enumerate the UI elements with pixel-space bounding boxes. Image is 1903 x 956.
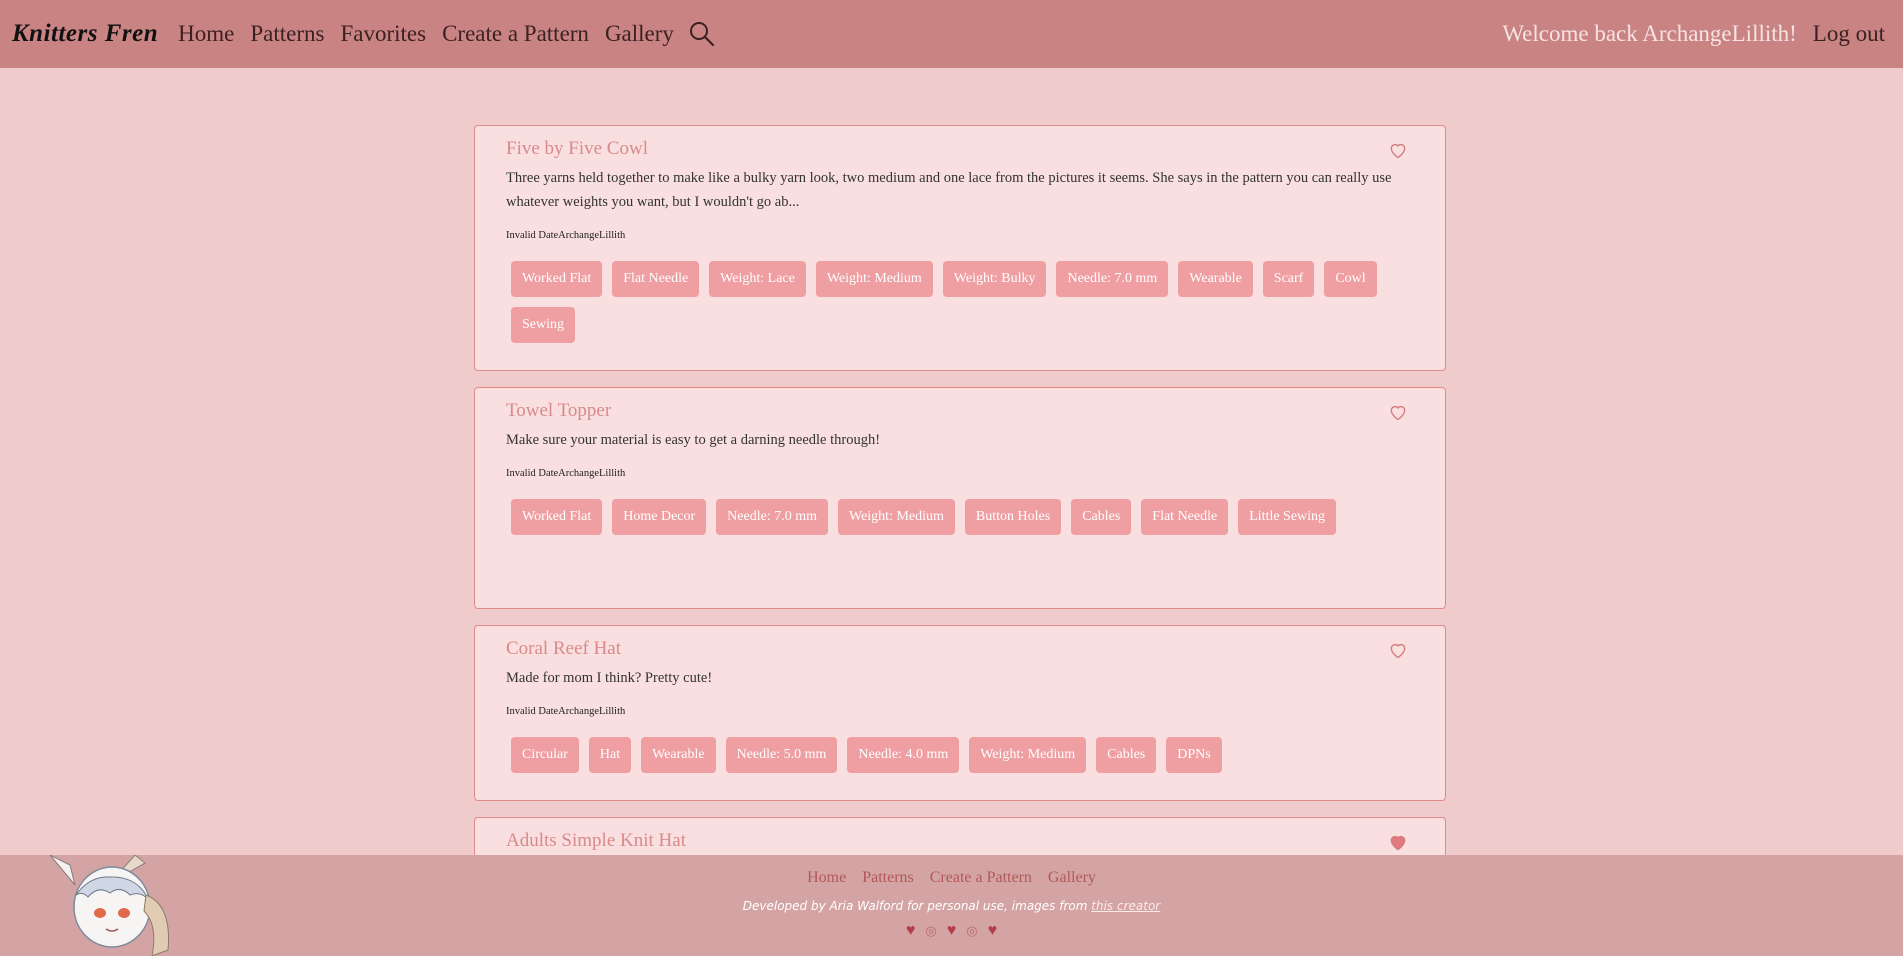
pattern-feed: Five by Five Cowl Three yarns held toget… [474, 125, 1446, 953]
tag[interactable]: Weight: Medium [815, 261, 933, 297]
nav-link-gallery[interactable]: Gallery [605, 21, 674, 47]
heart-outline-icon[interactable] [1388, 640, 1408, 660]
tag[interactable]: Button Holes [964, 499, 1062, 535]
heart-icon: ♥ [987, 922, 998, 939]
footer-link-home[interactable]: Home [807, 869, 846, 886]
pattern-meta: Invalid DateArchangeLillith [506, 468, 626, 479]
tag[interactable]: Cowl [1324, 261, 1377, 297]
tag[interactable]: DPNs [1166, 737, 1222, 773]
footer-link-create-pattern[interactable]: Create a Pattern [930, 869, 1032, 886]
navbar: Knitters Fren Home Patterns Favorites Cr… [0, 0, 1903, 68]
tag[interactable]: Sewing [511, 307, 575, 343]
tag[interactable]: Little Sewing [1238, 499, 1337, 535]
nav-link-create-pattern[interactable]: Create a Pattern [442, 21, 589, 47]
tag[interactable]: Needle: 7.0 mm [716, 499, 828, 535]
tag[interactable]: Cables [1071, 499, 1132, 535]
pattern-description: Make sure your material is easy to get a… [506, 432, 881, 448]
tag[interactable]: Scarf [1262, 261, 1315, 297]
yarn-ball-icon: ◎ [925, 923, 937, 938]
nav-link-patterns[interactable]: Patterns [250, 21, 324, 47]
brand-logo[interactable]: Knitters Fren [12, 20, 158, 48]
nav-link-home[interactable]: Home [178, 21, 234, 47]
credit-text: Developed by Aria Walford for personal u… [742, 899, 1088, 913]
tag[interactable]: Weight: Medium [837, 499, 955, 535]
tag[interactable]: Needle: 5.0 mm [725, 737, 838, 773]
nav-link-favorites[interactable]: Favorites [340, 21, 426, 47]
tag[interactable]: Home Decor [612, 499, 707, 535]
footer-nav: Home Patterns Create a Pattern Gallery [0, 869, 1903, 887]
tag[interactable]: Circular [511, 737, 579, 773]
pattern-description: Made for mom I think? Pretty cute! [506, 670, 713, 686]
footer: Home Patterns Create a Pattern Gallery D… [0, 855, 1903, 956]
tag[interactable]: Cables [1096, 737, 1157, 773]
tag[interactable]: Needle: 4.0 mm [847, 737, 960, 773]
tag[interactable]: Weight: Lace [709, 261, 806, 297]
heart-icon: ♥ [946, 922, 957, 939]
nav-links: Home Patterns Favorites Create a Pattern… [178, 20, 716, 48]
heart-filled-icon[interactable] [1388, 832, 1408, 852]
pattern-card: Five by Five Cowl Three yarns held toget… [474, 125, 1446, 371]
pattern-title[interactable]: Adults Simple Knit Hat [506, 830, 1415, 852]
tag[interactable]: Wearable [1178, 261, 1253, 297]
tag-list: Circular Hat Wearable Needle: 5.0 mm Nee… [511, 737, 1415, 783]
footer-link-gallery[interactable]: Gallery [1048, 869, 1096, 886]
search-icon[interactable] [688, 20, 716, 48]
tag[interactable]: Hat [588, 737, 632, 773]
tag-list: Worked Flat Flat Needle Weight: Lace Wei… [511, 261, 1415, 353]
heart-outline-icon[interactable] [1388, 402, 1408, 422]
pattern-meta: Invalid DateArchangeLillith [506, 230, 626, 241]
logout-link[interactable]: Log out [1813, 21, 1885, 47]
footer-link-patterns[interactable]: Patterns [862, 869, 914, 886]
pattern-title[interactable]: Towel Topper [506, 400, 1415, 422]
heart-outline-icon[interactable] [1388, 140, 1408, 160]
footer-credit: Developed by Aria Walford for personal u… [0, 899, 1903, 913]
yarn-ball-icon: ◎ [966, 923, 978, 938]
pattern-card: Coral Reef Hat Made for mom I think? Pre… [474, 625, 1446, 801]
pattern-card: Towel Topper Make sure your material is … [474, 387, 1446, 609]
pattern-description: Three yarns held together to make like a… [506, 170, 1392, 210]
creator-link[interactable]: this creator [1091, 899, 1160, 913]
pattern-title[interactable]: Coral Reef Hat [506, 638, 1415, 660]
tag[interactable]: Flat Needle [612, 261, 700, 297]
pattern-meta: Invalid DateArchangeLillith [506, 706, 626, 717]
pattern-title[interactable]: Five by Five Cowl [506, 138, 1415, 160]
tag[interactable]: Weight: Bulky [942, 261, 1047, 297]
tag[interactable]: Weight: Medium [969, 737, 1087, 773]
tag[interactable]: Flat Needle [1141, 499, 1229, 535]
tag[interactable]: Worked Flat [511, 261, 603, 297]
tag[interactable]: Needle: 7.0 mm [1056, 261, 1169, 297]
tag[interactable]: Wearable [641, 737, 716, 773]
welcome-message: Welcome back ArchangeLillith! [1502, 21, 1797, 46]
nav-user-area: Welcome back ArchangeLillith! Log out [1502, 21, 1885, 47]
tag-list: Worked Flat Home Decor Needle: 7.0 mm We… [511, 499, 1415, 545]
heart-icon: ♥ [905, 922, 916, 939]
footer-decoration: ♥ ◎ ♥ ◎ ♥ [0, 922, 1903, 940]
tag[interactable]: Worked Flat [511, 499, 603, 535]
